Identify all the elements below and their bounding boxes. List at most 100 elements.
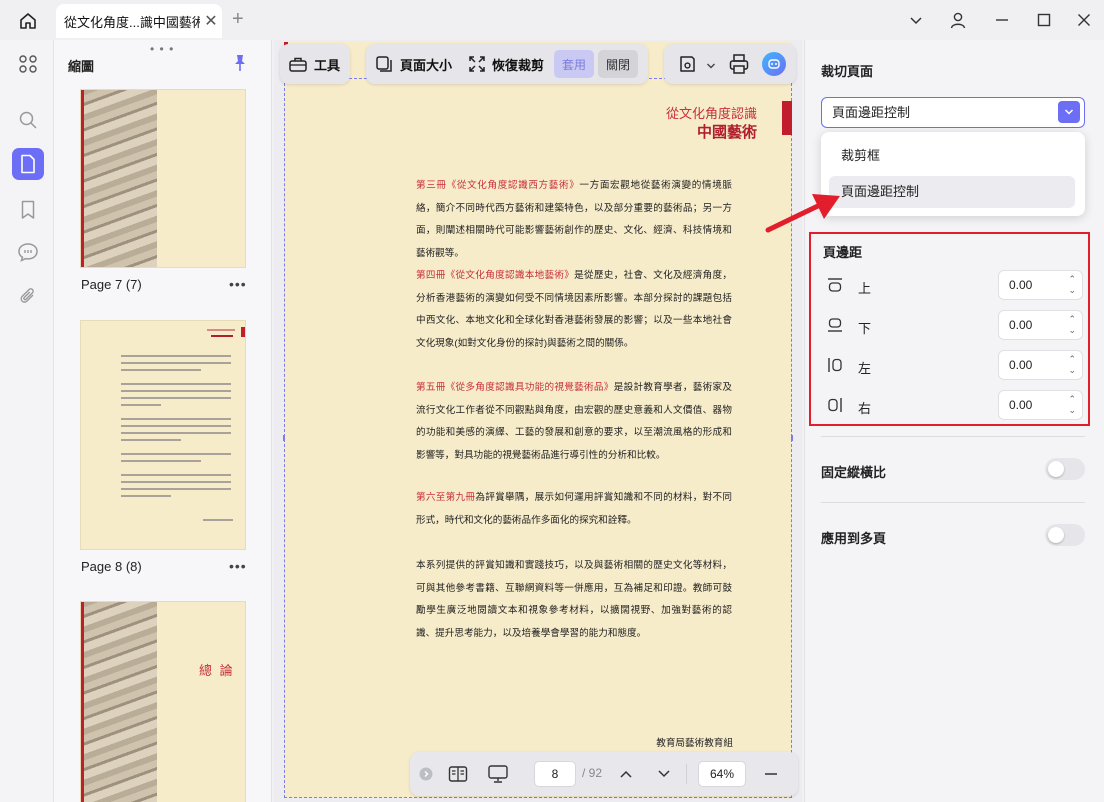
- paragraph: 第四冊《從文化角度認識本地藝術》是從歷史，社會、文化及經濟角度，分析香港藝術的演…: [416, 265, 732, 355]
- rail-search-button[interactable]: [12, 104, 44, 136]
- margin-top-input[interactable]: 0.00 ⌃ ⌄: [998, 270, 1083, 300]
- new-tab-icon[interactable]: +: [232, 8, 244, 31]
- pin-icon[interactable]: [232, 54, 248, 75]
- tools-button[interactable]: 工具: [280, 48, 348, 80]
- thumb-text-line: [121, 355, 231, 357]
- panel-grip-icon[interactable]: • • •: [150, 42, 174, 56]
- document-tab[interactable]: 從文化角度...識中國藝術 ✕: [56, 4, 222, 38]
- rail-apps-button[interactable]: [12, 48, 44, 80]
- save-dropdown-chevron-icon[interactable]: [706, 58, 716, 73]
- thumb-text-line: [121, 488, 231, 490]
- document-viewport[interactable]: 從文化角度認識 中國藝術 第三冊《從文化角度認識西方藝術》一方面宏觀地從藝術演變…: [274, 40, 802, 802]
- current-page-input[interactable]: 8: [534, 761, 576, 787]
- minimize-icon[interactable]: [990, 10, 1014, 30]
- stepper-icon[interactable]: ⌃ ⌄: [1068, 354, 1076, 376]
- thumb-text-line: [121, 432, 231, 434]
- crop-mode-menu: 裁剪框 頁面邊距控制: [821, 132, 1085, 216]
- tools-label: 工具: [314, 57, 341, 73]
- tab-title: 從文化角度...識中國藝術: [64, 14, 200, 30]
- collapse-bar-icon[interactable]: [418, 752, 434, 796]
- thumb-heading-line: [207, 329, 235, 331]
- close-button[interactable]: 關閉: [598, 50, 639, 78]
- page-header-title: 中國藝術: [696, 124, 757, 141]
- margin-label: 左: [858, 361, 872, 376]
- chevron-down-icon[interactable]: [1058, 101, 1080, 123]
- save-icon[interactable]: [678, 54, 696, 77]
- paragraph: 第三冊《從文化角度認識西方藝術》一方面宏觀地從藝術演變的情境脈絡，簡介不同時代西…: [416, 175, 732, 265]
- landscape-artwork: [81, 90, 157, 267]
- crop-mode-select[interactable]: 頁面邊距控制: [821, 97, 1085, 128]
- zoom-input[interactable]: 64%: [698, 761, 746, 787]
- divider: [821, 436, 1085, 437]
- previous-page-icon[interactable]: [614, 752, 638, 796]
- margin-row-left: 左 0.00 ⌃ ⌄: [811, 350, 1088, 380]
- margins-section: 頁邊距 上 0.00 ⌃ ⌄ 下 0.00 ⌃ ⌄ 左 0.00 ⌃ ⌄ 右 0…: [809, 232, 1090, 426]
- annotation-arrow-icon: [765, 194, 840, 233]
- thumb-text-line: [203, 519, 233, 521]
- dropdown-chevron-icon[interactable]: [904, 10, 928, 30]
- rail-attachment-button[interactable]: [12, 280, 44, 312]
- apply-multiple-row: 應用到多頁: [821, 524, 1085, 548]
- title-bar: 從文化角度...識中國藝術 ✕ +: [0, 0, 1104, 40]
- presentation-icon[interactable]: [486, 752, 510, 796]
- stepper-icon[interactable]: ⌃ ⌄: [1068, 394, 1076, 416]
- next-page-icon[interactable]: [652, 752, 676, 796]
- thumb-red-bar: [81, 90, 84, 267]
- more-options-icon[interactable]: •••: [229, 276, 247, 292]
- thumb-text-line: [121, 418, 231, 420]
- lock-ratio-label: 固定縱橫比: [821, 465, 887, 480]
- comment-icon: [18, 243, 38, 262]
- apply-multiple-toggle[interactable]: [1045, 524, 1085, 546]
- paragraph: 第六至第九冊為評賞舉隅，展示如何運用評賞知識和不同的材料，對不同形式，時代和文化…: [416, 487, 732, 532]
- rail-comments-button[interactable]: [12, 236, 44, 268]
- crop-settings-panel: 裁切頁面 頁面邊距控制 裁剪框 頁面邊距控制 頁邊距 上 0.00 ⌃ ⌄ 下 0.…: [804, 40, 1104, 802]
- crop-handle-right[interactable]: [791, 435, 793, 441]
- thumb-text-line: [121, 369, 201, 371]
- search-icon: [19, 111, 37, 129]
- paragraph-text: 本系列提供的評賞知識和實踐技巧，以及與藝術相關的歷史文化等材料，可與其他參考書籍…: [416, 560, 732, 639]
- expand-arrows-icon: [469, 56, 485, 72]
- reading-mode-icon[interactable]: [446, 752, 470, 796]
- rail-bookmark-button[interactable]: [12, 194, 44, 226]
- print-icon[interactable]: [728, 53, 750, 78]
- margin-top-icon: [827, 277, 843, 296]
- stepper-icon[interactable]: ⌃ ⌄: [1068, 314, 1076, 336]
- paragraph-text: 是從歷史，社會、文化及經濟角度，分析香港藝術的演變如何受不同情境因素所影響。本部…: [416, 270, 733, 349]
- user-account-icon[interactable]: [946, 10, 970, 30]
- restore-crop-button[interactable]: 恢復裁剪: [460, 48, 552, 80]
- thumbnail-page-8[interactable]: [81, 321, 245, 549]
- lock-ratio-toggle[interactable]: [1045, 458, 1085, 480]
- crop-handle-left[interactable]: [283, 435, 285, 441]
- margin-value: 0.00: [1009, 318, 1033, 332]
- thumbnail-page-9[interactable]: 總 論: [81, 602, 245, 802]
- close-tab-icon[interactable]: ✕: [200, 11, 222, 31]
- maximize-icon[interactable]: [1032, 10, 1056, 30]
- toolbox-icon: [289, 57, 307, 72]
- home-button[interactable]: [14, 8, 42, 34]
- more-options-icon[interactable]: •••: [229, 558, 247, 574]
- apply-multiple-label: 應用到多頁: [821, 531, 887, 546]
- paragraph-highlight: 第六至第九冊: [416, 492, 476, 503]
- apply-button[interactable]: 套用: [554, 50, 595, 78]
- margin-right-input[interactable]: 0.00 ⌃ ⌄: [998, 390, 1083, 420]
- margin-left-input[interactable]: 0.00 ⌃ ⌄: [998, 350, 1083, 380]
- thumb-text-line: [121, 390, 231, 392]
- page-size-button[interactable]: 頁面大小: [366, 48, 460, 80]
- margin-bottom-icon: [827, 317, 843, 336]
- zoom-out-icon[interactable]: [760, 752, 782, 796]
- page-icon: [21, 154, 35, 174]
- menu-item-margin-control[interactable]: 頁面邊距控制: [829, 176, 1075, 208]
- document-page[interactable]: 從文化角度認識 中國藝術 第三冊《從文化角度認識西方藝術》一方面宏觀地從藝術演變…: [283, 78, 793, 798]
- thumbnail-label: Page 8 (8): [81, 559, 142, 574]
- actions-toolbar: [664, 44, 796, 84]
- menu-item-crop-box[interactable]: 裁剪框: [829, 140, 1075, 172]
- close-window-icon[interactable]: [1072, 10, 1096, 30]
- margin-bottom-input[interactable]: 0.00 ⌃ ⌄: [998, 310, 1083, 340]
- stepper-icon[interactable]: ⌃ ⌄: [1068, 274, 1076, 296]
- margin-right-icon: [827, 397, 843, 416]
- thumbnail-page-7[interactable]: [81, 90, 245, 267]
- panel-title: 裁切頁面: [821, 64, 874, 79]
- ai-assistant-icon[interactable]: [762, 52, 786, 76]
- rail-thumbnails-button[interactable]: [12, 148, 44, 180]
- thumb-text-line: [121, 397, 231, 399]
